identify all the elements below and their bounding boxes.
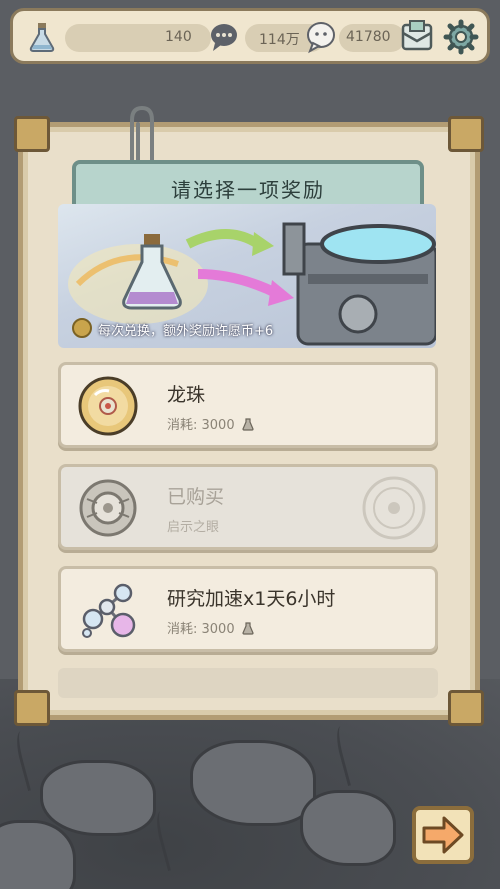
wish-coin-icon (72, 318, 92, 338)
reward-subtitle: 启示之眼 (167, 520, 220, 535)
rock-decoration (300, 790, 396, 866)
reward-cost: 消耗: 3000 (167, 618, 254, 637)
potion-icon (242, 418, 254, 431)
rock-decoration (40, 760, 156, 836)
hero-note: 每次兑换，额外奖励许愿币+6 (62, 316, 362, 342)
panel-corner (14, 116, 50, 152)
reward-card-dragon-orb[interactable]: 龙珠 消耗: 3000 (58, 362, 438, 448)
dialog-title: 请选择一项奖励 (171, 178, 325, 202)
potion-icon (29, 23, 55, 52)
top-hud: 140 114万 41780 (10, 8, 490, 64)
chat-icon[interactable] (207, 19, 243, 55)
gear-icon[interactable] (443, 19, 479, 55)
stamp-icon (362, 476, 426, 540)
mail-icon[interactable] (399, 19, 435, 55)
rock-decoration (190, 740, 316, 826)
currency-2-value: 41780 (346, 29, 391, 45)
panel-corner (448, 690, 484, 726)
currency-1-value: 114万 (259, 32, 300, 48)
empty-reward-slot (58, 668, 438, 698)
reward-name: 龙珠 (167, 384, 206, 406)
panel-corner (448, 116, 484, 152)
molecule-icon (82, 583, 136, 638)
hero-note-text: 每次兑换，额外奖励许愿币+6 (98, 324, 274, 339)
reward-name: 研究加速x1天6小时 (167, 588, 336, 610)
potion-icon (242, 622, 254, 635)
next-button[interactable] (412, 806, 474, 864)
dragon-orb-icon (78, 376, 138, 436)
potion-count: 140 (165, 29, 192, 45)
panel-corner (14, 690, 50, 726)
reward-name: 已购买 (167, 486, 225, 508)
reward-card-research-speedup[interactable]: 研究加速x1天6小时 消耗: 3000 (58, 566, 438, 652)
ring-icon (79, 479, 137, 537)
arrow-right-icon (422, 816, 464, 854)
reward-card-purchased: 已购买 启示之眼 (58, 464, 438, 550)
reward-cost: 消耗: 3000 (167, 414, 254, 433)
wish-coin-icon[interactable] (303, 19, 339, 55)
